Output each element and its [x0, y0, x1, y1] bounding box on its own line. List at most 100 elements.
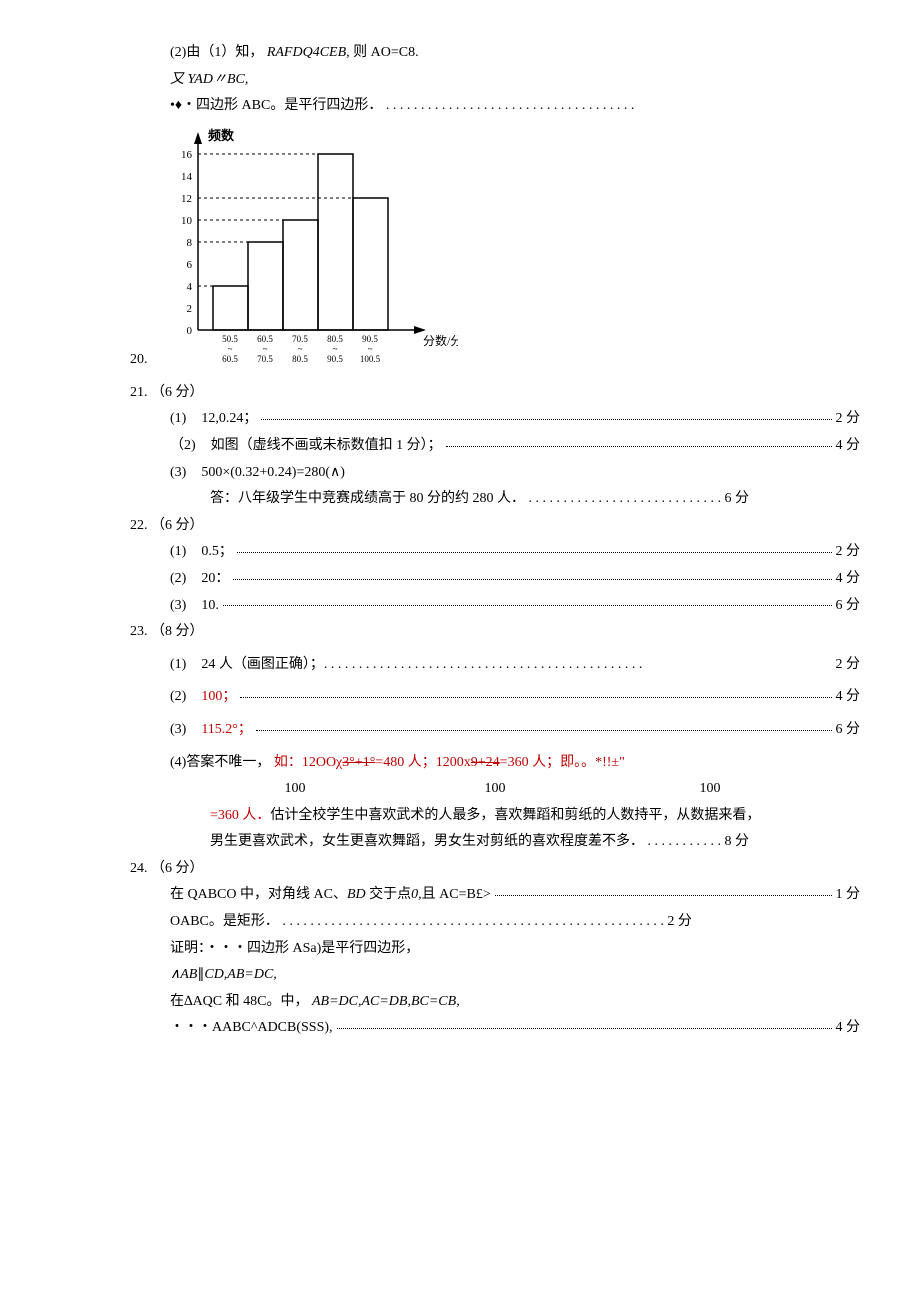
q23-4-fractions: 100 100 100 [60, 776, 860, 803]
denominator: 100 [380, 776, 610, 803]
sub-label: （2) [170, 433, 211, 460]
svg-text:~: ~ [367, 344, 372, 354]
q24-header: 24. （6 分） [60, 856, 860, 883]
question-points: （6 分） [151, 518, 204, 533]
q24-l4: ∧AB∥CD,AB=DC, [60, 962, 860, 989]
text-italic: ∧AB [170, 967, 197, 982]
score: 8 分 [725, 834, 750, 849]
leader-dots [233, 566, 831, 580]
proof-line-2: 又 YAD〃BC, [60, 67, 860, 94]
answer-text: 115.2°； [201, 717, 252, 744]
q23-header: 23. （8 分） [60, 619, 860, 646]
q22-3: (3) 10.6 分 [60, 593, 860, 620]
leader-dots [495, 882, 832, 896]
text: (2)由（1）知， [170, 45, 263, 60]
leader-dots [337, 1015, 832, 1029]
proof-line-1: (2)由（1）知， RAFDQ4CEB, 则 AO=C8. [60, 40, 860, 67]
y-axis-label: 频数 [208, 128, 235, 143]
dots: . . . . . . . . . . . . . . . . . . . . … [386, 98, 635, 113]
answer-text: 20： [201, 566, 229, 593]
svg-text:10: 10 [181, 215, 193, 227]
svg-text:12: 12 [181, 193, 192, 205]
score: 4 分 [836, 1015, 861, 1042]
svg-text:16: 16 [181, 149, 193, 161]
svg-text:8: 8 [186, 237, 192, 249]
svg-text:50.5: 50.5 [222, 334, 238, 344]
svg-text:70.5: 70.5 [292, 334, 308, 344]
sub-label: (1) [170, 406, 201, 433]
text: =360 人；即。。*!!±" [500, 755, 625, 770]
question-number: 22. [130, 518, 148, 533]
score: 4 分 [836, 566, 861, 593]
answer-text: 100； [201, 684, 236, 711]
q23-1: (1) 24 人（画图正确）；. . . . . . . . . . . . .… [60, 652, 860, 679]
q24-l2: OABC。是矩形． . . . . . . . . . . . . . . . … [60, 909, 860, 936]
sub-label: (2) [170, 684, 201, 711]
svg-text:80.5: 80.5 [292, 354, 308, 364]
question-points: （6 分） [151, 861, 204, 876]
text-italic: 又 [170, 72, 184, 87]
answer-text: 500×(0.32+0.24)=280(∧) [201, 460, 345, 487]
dots: . . . . . . . . . . . . . . . . . . . . … [529, 491, 722, 506]
x-axis-label: 分数/分 [423, 333, 458, 348]
text: =360 人． [210, 808, 270, 823]
svg-text:90.5: 90.5 [327, 354, 343, 364]
answer-text: 0.5； [201, 539, 233, 566]
answer-text: 24 人（画图正确）； [201, 652, 324, 679]
q23-3: (3) 115.2°；6 分 [60, 717, 860, 744]
score: 2 分 [836, 406, 861, 433]
question-number: 21. [130, 385, 148, 400]
text-italic: YAD〃BC, [188, 72, 249, 87]
svg-text:70.5: 70.5 [257, 354, 273, 364]
leader-dots [237, 539, 832, 553]
text: 在∆AQC 和 48C。中， [170, 994, 308, 1009]
dots: . . . . . . . . . . . . . . . . . . . . … [324, 652, 836, 679]
text: ・・・AABC^ADCB(SSS), [170, 1015, 333, 1042]
svg-text:4: 4 [186, 281, 192, 293]
denominator: 100 [610, 776, 810, 803]
q22-header: 22. （6 分） [60, 513, 860, 540]
sub-label: (1) [170, 539, 201, 566]
text-strike: 3°+1° [342, 755, 375, 770]
sub-label: (1) [170, 652, 201, 679]
svg-text:2: 2 [186, 303, 192, 315]
text-italic: AB=DC,AC=DB,BC=CB, [312, 994, 460, 1009]
leader-dots [256, 717, 832, 731]
q22-2: (2) 20： 4 分 [60, 566, 860, 593]
histogram-chart: 频数 分数/分 0 2 4 6 8 10 12 14 16 5 [158, 120, 458, 380]
svg-text:~: ~ [332, 344, 337, 354]
text-italic: CD,AB=DC, [204, 967, 276, 982]
leader-dots [240, 684, 831, 698]
question-number: 24. [130, 861, 148, 876]
sub-label: (2) [170, 566, 201, 593]
question-points: （8 分） [151, 624, 204, 639]
q23-4b: =360 人．估计全校学生中喜欢武术的人最多，喜欢舞蹈和剪纸的人数持平，从数据来… [60, 803, 860, 830]
chart-row: 20. 频数 分数/分 0 2 4 6 8 10 12 14 16 [60, 120, 860, 380]
answer-text: 如图（虚线不画或未标数值扣 1 分）； [211, 433, 442, 460]
score: 4 分 [836, 433, 861, 460]
score: 2 分 [667, 914, 692, 929]
score: 2 分 [836, 539, 861, 566]
sub-label: (3) [170, 717, 201, 744]
score: 1 分 [836, 882, 861, 909]
question-points: （6 分） [151, 385, 204, 400]
score: 2 分 [836, 652, 861, 679]
svg-text:60.5: 60.5 [222, 354, 238, 364]
q24-l5: 在∆AQC 和 48C。中， AB=DC,AC=DB,BC=CB, [60, 989, 860, 1016]
q22-1: (1) 0.5； 2 分 [60, 539, 860, 566]
svg-text:~: ~ [262, 344, 267, 354]
denominator: 100 [210, 776, 380, 803]
svg-text:6: 6 [186, 259, 192, 271]
svg-text:~: ~ [297, 344, 302, 354]
answer-text: 12,0.24； [201, 406, 257, 433]
q24-l3: 证明：・・・四边形 ASa)是平行四边形， [60, 936, 860, 963]
svg-text:14: 14 [181, 171, 193, 183]
answer-text: 10. [201, 593, 219, 620]
q21-2: （2) 如图（虚线不画或未标数值扣 1 分）； 4 分 [60, 433, 860, 460]
answer-text: 答：八年级学生中竞赛成绩高于 80 分的约 280 人． [210, 491, 525, 506]
text-strike: 9+24 [471, 755, 500, 770]
svg-text:0: 0 [186, 325, 192, 337]
text: 在 QABCO 中，对角线 AC、BD 交于点0,且 AC=B£> [170, 882, 491, 909]
q24-l1: 在 QABCO 中，对角线 AC、BD 交于点0,且 AC=B£> 1 分 [60, 882, 860, 909]
text: •♦・四边形 ABC。是平行四边形． [170, 98, 382, 113]
